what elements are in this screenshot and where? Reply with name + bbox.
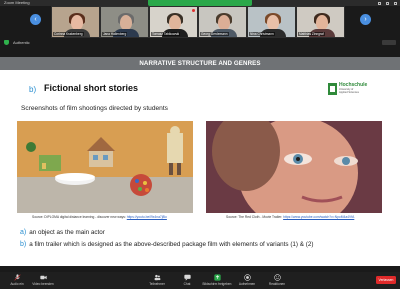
avatar-face bbox=[218, 15, 230, 30]
portrait-illustration bbox=[206, 121, 382, 213]
photo-caption-1: Source: DIPLOMA digital distance learnin… bbox=[32, 215, 167, 219]
participant-name: Nina Christmann bbox=[249, 32, 275, 36]
film-screenshot-toys bbox=[17, 121, 193, 213]
avatar-face bbox=[120, 15, 132, 30]
caption-link-1[interactable]: https://youtu.be/l9x4na7j8lo bbox=[127, 215, 167, 219]
list-item-letter: a) bbox=[20, 229, 27, 236]
record-button-label: Aufnehmen bbox=[238, 282, 256, 286]
list-item-letter: b) bbox=[20, 241, 27, 248]
participant-tile[interactable]: Tomasz Tabikowski bbox=[149, 6, 198, 38]
participants-button-label: Teilnehmer bbox=[149, 282, 165, 286]
record-button[interactable]: Aufnehmen bbox=[230, 272, 264, 289]
chat-button[interactable]: Chat bbox=[170, 272, 204, 289]
avatar-face bbox=[267, 15, 279, 30]
participant-tile[interactable]: Georg Gerdemann bbox=[198, 6, 247, 38]
leave-meeting-button[interactable]: Verlassen bbox=[376, 276, 396, 284]
participants-button[interactable]: Teilnehmer bbox=[140, 272, 174, 289]
list-item-text: an object as the main actor bbox=[29, 229, 105, 236]
section-title: Fictional short stories bbox=[44, 83, 139, 93]
participant-gallery: ‹ Corinna Krakenberg Jana Hallenberg Tom… bbox=[0, 6, 400, 38]
minimize-icon[interactable] bbox=[378, 1, 381, 5]
university-logo: Hochschule University of Applied Science… bbox=[328, 81, 374, 99]
logo-mark-icon bbox=[328, 83, 337, 95]
record-icon bbox=[243, 274, 251, 281]
slide-header: NARRATIVE STRUCTURE AND GENRES bbox=[0, 57, 400, 70]
participant-tile[interactable]: Nina Christmann bbox=[247, 6, 296, 38]
video-button[interactable]: Video beenden bbox=[26, 272, 60, 289]
chat-button-label: Chat bbox=[183, 282, 191, 286]
participant-name: Corinna Krakenberg bbox=[53, 32, 84, 36]
maximize-icon[interactable] bbox=[386, 1, 389, 5]
avatar-face bbox=[71, 15, 83, 30]
participant-tile[interactable]: Matthias Zinngraf bbox=[296, 6, 345, 38]
film-screenshot-portrait bbox=[206, 121, 382, 213]
list-item: a) an object as the main actor bbox=[20, 229, 105, 236]
zoom-window: Zoom Meeting ‹ Corinna Krakenberg Jana H… bbox=[0, 0, 400, 289]
share-screen-button-label: Bildschirm freigeben bbox=[202, 282, 232, 286]
participant-tile[interactable]: Corinna Krakenberg bbox=[51, 6, 100, 38]
meeting-info-row: Authentic bbox=[0, 38, 400, 47]
meeting-info-text: Authentic bbox=[13, 40, 30, 45]
meeting-toolbar: Audio ein Video beenden Teilnehmer Chat … bbox=[0, 272, 400, 289]
participant-name: Matthias Zinngraf bbox=[298, 32, 325, 36]
participant-tile[interactable]: Jana Hallenberg bbox=[100, 6, 149, 38]
section-letter: b) bbox=[29, 85, 37, 94]
microphone-icon bbox=[13, 274, 21, 281]
reactions-icon bbox=[273, 274, 281, 281]
participant-name: Tomasz Tabikowski bbox=[151, 32, 181, 36]
video-camera-icon bbox=[39, 275, 47, 280]
gallery-prev-icon[interactable]: ‹ bbox=[30, 14, 41, 25]
share-screen-icon bbox=[213, 274, 221, 281]
share-screen-button[interactable]: Bildschirm freigeben bbox=[200, 272, 234, 289]
logo-line-3: Applied Sciences bbox=[339, 91, 359, 94]
reactions-button[interactable]: Reaktionen bbox=[260, 272, 294, 289]
avatar-face bbox=[169, 15, 181, 30]
chat-icon bbox=[183, 274, 191, 281]
close-icon[interactable] bbox=[394, 1, 397, 5]
participants-icon bbox=[154, 274, 160, 281]
participant-name: Jana Hallenberg bbox=[102, 32, 128, 36]
toy-scene-illustration bbox=[17, 121, 193, 213]
avatar-face bbox=[316, 15, 328, 30]
list-item-text: a film trailer which is designed as the … bbox=[29, 241, 314, 248]
caption-link-2[interactable]: https://www.youtube.com/watch?v=NpoM4a4V… bbox=[283, 215, 354, 219]
muted-icon bbox=[192, 9, 195, 12]
reactions-button-label: Reaktionen bbox=[268, 282, 286, 286]
view-options-button[interactable] bbox=[382, 40, 396, 45]
list-item: b) a film trailer which is designed as th… bbox=[20, 241, 313, 248]
participant-name: Georg Gerdemann bbox=[200, 32, 229, 36]
video-button-label: Video beenden bbox=[32, 282, 54, 286]
shared-slide: NARRATIVE STRUCTURE AND GENRES b) Fictio… bbox=[0, 57, 400, 266]
slide-subtitle: Screenshots of film shootings directed b… bbox=[21, 105, 168, 112]
photo-caption-2: Source: The Red Cloth - Movie Trailer: h… bbox=[226, 215, 355, 219]
security-shield-icon[interactable] bbox=[4, 40, 9, 45]
gallery-next-icon[interactable]: › bbox=[360, 14, 371, 25]
